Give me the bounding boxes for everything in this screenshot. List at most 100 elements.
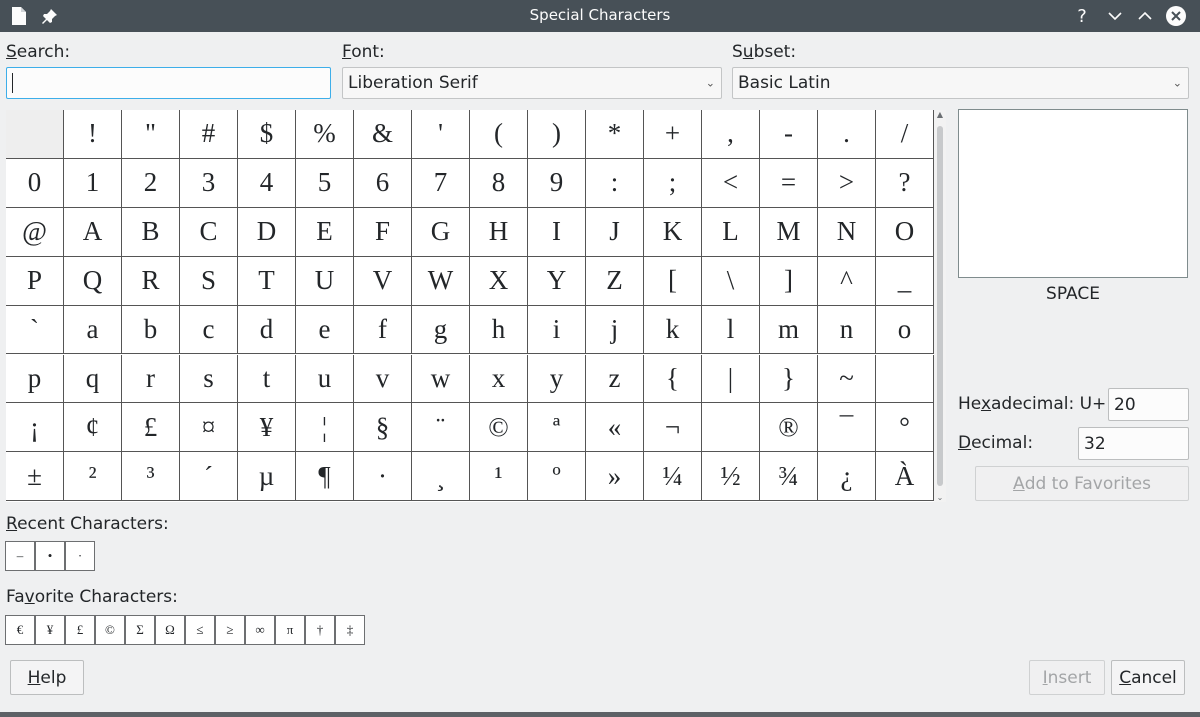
recent-char-button[interactable]: ·	[65, 541, 95, 571]
favorite-char-button[interactable]: Σ	[125, 615, 155, 645]
char-cell[interactable]	[876, 354, 934, 404]
char-cell[interactable]: ª	[528, 403, 586, 453]
char-cell[interactable]: ¸	[412, 452, 470, 502]
hexadecimal-input[interactable]: 20	[1108, 388, 1189, 421]
char-cell[interactable]: 6	[354, 158, 412, 208]
char-cell[interactable]: ¯	[818, 403, 876, 453]
scroll-down-icon[interactable]: ⌄	[934, 493, 946, 502]
favorite-char-button[interactable]: ∞	[245, 615, 275, 645]
char-cell[interactable]: y	[528, 354, 586, 404]
char-cell[interactable]: M	[760, 207, 818, 257]
char-cell[interactable]: B	[122, 207, 180, 257]
minimize-icon[interactable]	[1104, 0, 1126, 32]
char-cell[interactable]: h	[470, 305, 528, 355]
char-cell[interactable]: D	[238, 207, 296, 257]
close-icon[interactable]	[1164, 0, 1188, 32]
char-cell[interactable]: »	[586, 452, 644, 502]
favorite-char-button[interactable]: €	[5, 615, 35, 645]
char-cell[interactable]: P	[6, 256, 64, 306]
char-cell[interactable]: K	[644, 207, 702, 257]
cancel-button[interactable]: Cancel	[1111, 660, 1185, 695]
char-cell[interactable]: G	[412, 207, 470, 257]
char-cell[interactable]: N	[818, 207, 876, 257]
hexadecimal-value[interactable]: 20	[1114, 395, 1136, 415]
favorite-char-button[interactable]: ≤	[185, 615, 215, 645]
char-cell[interactable]: ?	[876, 158, 934, 208]
char-cell[interactable]: )	[528, 110, 586, 159]
char-cell[interactable]: >	[818, 158, 876, 208]
char-cell[interactable]: r	[122, 354, 180, 404]
char-cell[interactable]: F	[354, 207, 412, 257]
char-cell[interactable]: H	[470, 207, 528, 257]
char-cell[interactable]: ,	[702, 110, 760, 159]
help-button[interactable]: Help	[10, 660, 84, 695]
char-cell[interactable]: g	[412, 305, 470, 355]
char-cell[interactable]: ¨	[412, 403, 470, 453]
char-cell[interactable]: ¢	[64, 403, 122, 453]
char-cell[interactable]: k	[644, 305, 702, 355]
char-cell[interactable]	[702, 403, 760, 453]
add-to-favorites-button[interactable]: Add to Favorites	[975, 466, 1189, 501]
char-cell[interactable]: ¼	[644, 452, 702, 502]
favorite-char-button[interactable]: ≥	[215, 615, 245, 645]
char-cell[interactable]: :	[586, 158, 644, 208]
char-cell[interactable]: ^	[818, 256, 876, 306]
char-cell[interactable]: U	[296, 256, 354, 306]
char-cell[interactable]: %	[296, 110, 354, 159]
char-cell[interactable]: ½	[702, 452, 760, 502]
char-cell[interactable]: V	[354, 256, 412, 306]
char-cell[interactable]: ¥	[238, 403, 296, 453]
insert-button[interactable]: Insert	[1029, 660, 1105, 695]
decimal-input[interactable]: 32	[1078, 427, 1189, 460]
char-cell[interactable]: o	[876, 305, 934, 355]
char-cell[interactable]: A	[64, 207, 122, 257]
maximize-icon[interactable]	[1134, 0, 1156, 32]
char-cell[interactable]: «	[586, 403, 644, 453]
char-cell[interactable]: j	[586, 305, 644, 355]
char-cell[interactable]: #	[180, 110, 238, 159]
char-cell[interactable]: p	[6, 354, 64, 404]
char-cell[interactable]: °	[876, 403, 934, 453]
char-cell[interactable]: ®	[760, 403, 818, 453]
favorite-char-button[interactable]: ©	[95, 615, 125, 645]
char-cell[interactable]: ¦	[296, 403, 354, 453]
char-cell[interactable]: /	[876, 110, 934, 159]
char-cell[interactable]: ¡	[6, 403, 64, 453]
char-cell[interactable]: n	[818, 305, 876, 355]
recent-char-button[interactable]: •	[35, 541, 65, 571]
char-cell[interactable]: §	[354, 403, 412, 453]
char-cell[interactable]: ¤	[180, 403, 238, 453]
char-cell[interactable]: *	[586, 110, 644, 159]
char-cell[interactable]: Y	[528, 256, 586, 306]
char-cell[interactable]: Z	[586, 256, 644, 306]
char-cell[interactable]: À	[876, 452, 934, 502]
char-cell[interactable]: £	[122, 403, 180, 453]
favorite-char-button[interactable]: Ω	[155, 615, 185, 645]
char-cell[interactable]: S	[180, 256, 238, 306]
char-cell[interactable]	[6, 110, 64, 159]
char-cell[interactable]: `	[6, 305, 64, 355]
favorite-char-button[interactable]: ¥	[35, 615, 65, 645]
char-cell[interactable]: E	[296, 207, 354, 257]
char-cell[interactable]: t	[238, 354, 296, 404]
char-cell[interactable]: ¿	[818, 452, 876, 502]
char-cell[interactable]: e	[296, 305, 354, 355]
grid-scrollbar[interactable]: ▲ ⌄	[934, 110, 946, 502]
char-cell[interactable]: i	[528, 305, 586, 355]
scroll-up-icon[interactable]: ▲	[934, 110, 946, 119]
char-cell[interactable]: ;	[644, 158, 702, 208]
favorite-char-button[interactable]: π	[275, 615, 305, 645]
char-cell[interactable]: µ	[238, 452, 296, 502]
char-cell[interactable]: s	[180, 354, 238, 404]
char-cell[interactable]: 2	[122, 158, 180, 208]
char-cell[interactable]: l	[702, 305, 760, 355]
search-input[interactable]	[6, 67, 331, 99]
char-cell[interactable]: 3	[180, 158, 238, 208]
char-cell[interactable]: !	[64, 110, 122, 159]
char-cell[interactable]: +	[644, 110, 702, 159]
char-cell[interactable]: w	[412, 354, 470, 404]
subset-select[interactable]: Basic Latin ⌄	[732, 67, 1189, 99]
char-cell[interactable]: $	[238, 110, 296, 159]
favorite-char-button[interactable]: †	[305, 615, 335, 645]
char-cell[interactable]: O	[876, 207, 934, 257]
